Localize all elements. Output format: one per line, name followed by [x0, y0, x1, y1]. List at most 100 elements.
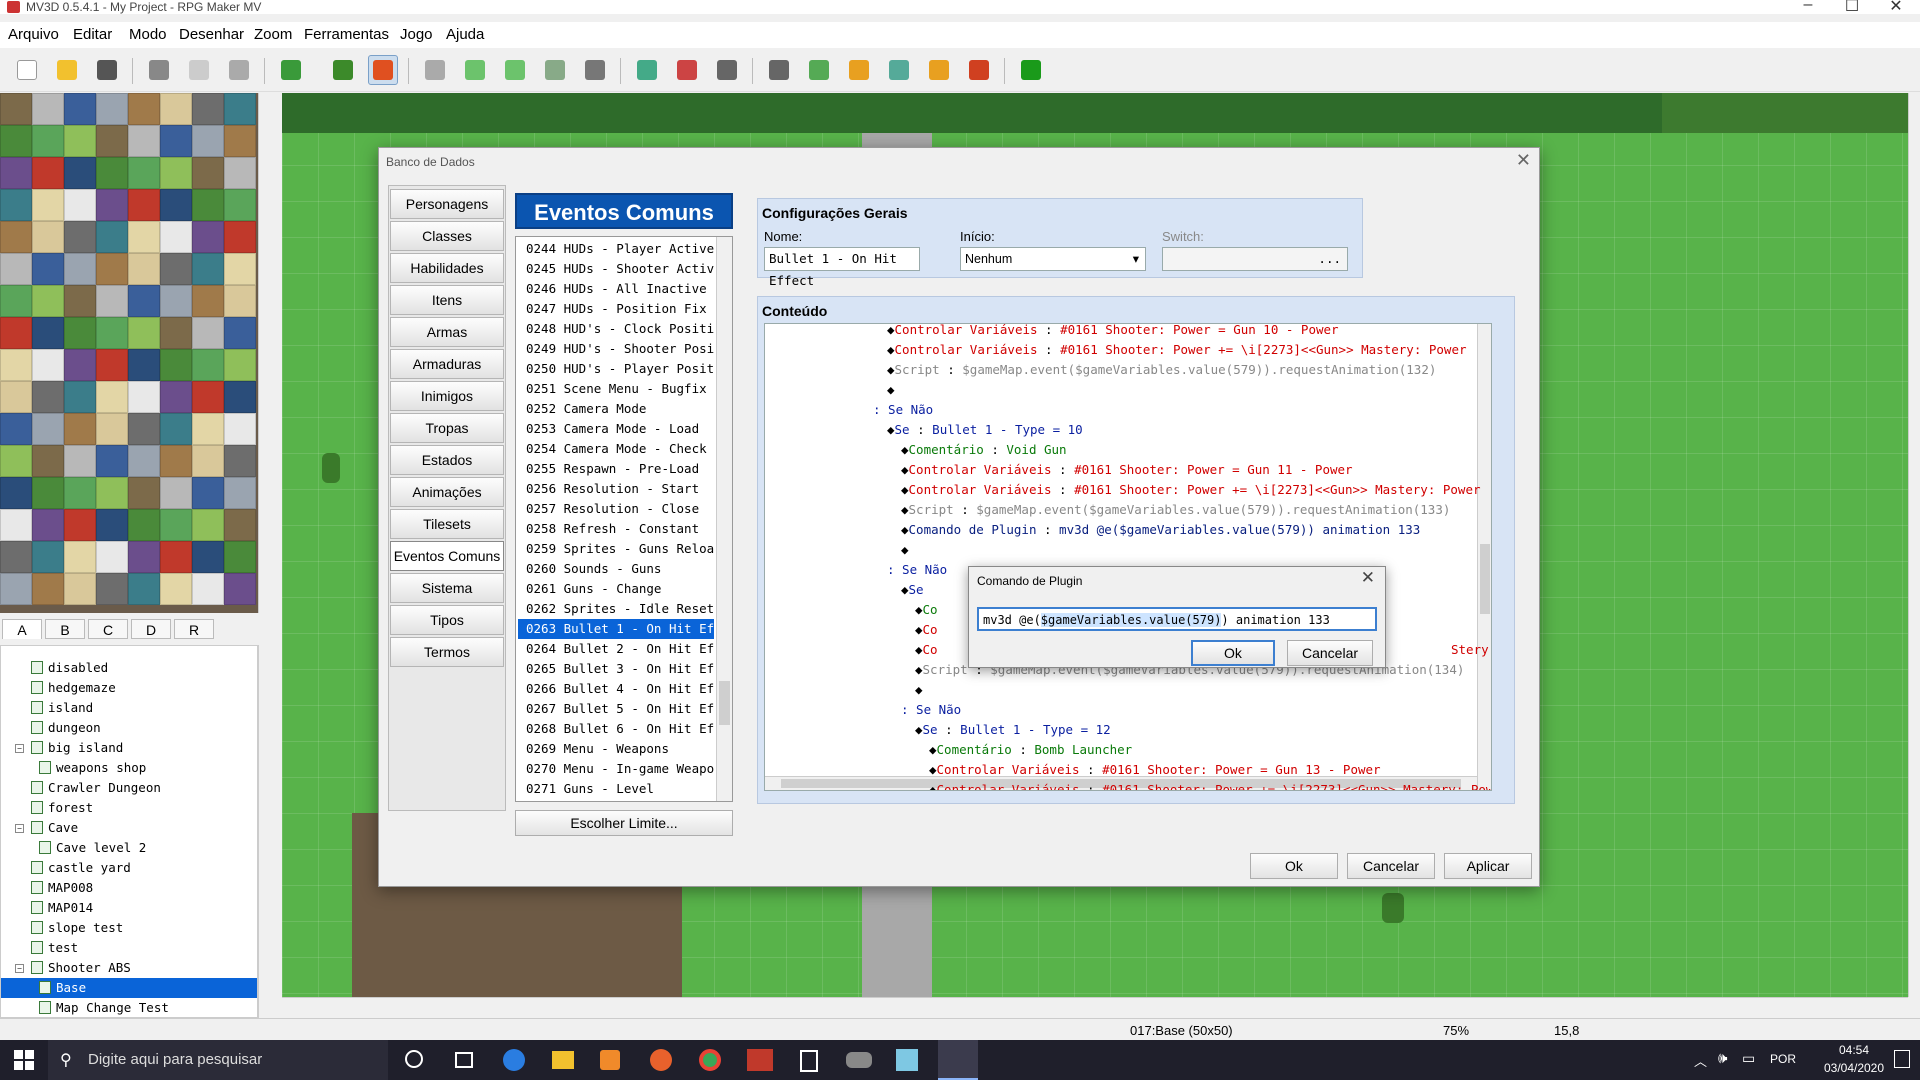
event-command-line[interactable]: ◆Controlar Variáveis : #0161 Shooter: Po…	[901, 480, 1481, 500]
close-icon[interactable]: ✕	[1516, 150, 1531, 171]
tile[interactable]	[64, 253, 96, 285]
plugin-manager-icon[interactable]	[804, 55, 834, 85]
tile[interactable]	[32, 93, 64, 125]
common-event-item[interactable]: 0261 Guns - Change	[518, 579, 714, 599]
nav-1[interactable]: Classes	[390, 221, 504, 251]
tile[interactable]	[128, 285, 160, 317]
tile[interactable]	[64, 157, 96, 189]
tile-tab-c[interactable]: C	[88, 619, 128, 639]
tile[interactable]	[64, 381, 96, 413]
tileset-scrollbar-track[interactable]	[258, 93, 272, 613]
tile[interactable]	[32, 413, 64, 445]
tile[interactable]	[96, 157, 128, 189]
common-event-item[interactable]: 0268 Bullet 6 - On Hit Ef···	[518, 719, 714, 739]
event-command-line[interactable]: ◆Comentário : Void Gun	[901, 440, 1067, 460]
tile[interactable]	[224, 285, 256, 317]
tile[interactable]	[0, 509, 32, 541]
database-icon[interactable]	[764, 55, 794, 85]
tile[interactable]	[160, 381, 192, 413]
tile[interactable]	[0, 189, 32, 221]
map-tree-item[interactable]: Base	[1, 978, 257, 998]
common-event-item[interactable]: 0245 HUDs - Shooter Active	[518, 259, 714, 279]
tile[interactable]	[96, 317, 128, 349]
pencil-icon[interactable]	[420, 55, 450, 85]
tile-tab-b[interactable]: B	[45, 619, 85, 639]
start-icon[interactable]	[14, 1050, 34, 1070]
tile[interactable]	[96, 509, 128, 541]
map-tree-item[interactable]: slope test	[1, 918, 257, 938]
tile[interactable]	[128, 477, 160, 509]
tile[interactable]	[0, 285, 32, 317]
nav-14[interactable]: Termos	[390, 637, 504, 667]
tile[interactable]	[32, 285, 64, 317]
switch-input[interactable]: ...	[1162, 247, 1348, 271]
common-event-item[interactable]: 0270 Menu - In-game Weapo···	[518, 759, 714, 779]
common-event-item[interactable]: 0266 Bullet 4 - On Hit Ef···	[518, 679, 714, 699]
event-command-line[interactable]: ◆Controlar Variáveis : #0161 Shooter: Po…	[929, 760, 1381, 780]
cortana-icon[interactable]	[405, 1050, 423, 1068]
tile[interactable]	[224, 157, 256, 189]
gamepad-icon[interactable]	[846, 1052, 872, 1068]
tile[interactable]	[64, 573, 96, 605]
event-command-line[interactable]: : Se Não	[887, 560, 947, 580]
map-tree-item[interactable]: MAP014	[1, 898, 257, 918]
tile[interactable]	[192, 317, 224, 349]
event-command-line[interactable]: ◆Script : $gameMap.event($gameVariables.…	[901, 500, 1450, 520]
nav-8[interactable]: Estados	[390, 445, 504, 475]
nav-5[interactable]: Armaduras	[390, 349, 504, 379]
map-tree-item[interactable]: dungeon	[1, 718, 257, 738]
plugin-ok-button[interactable]: Ok	[1191, 640, 1275, 666]
tile[interactable]	[160, 413, 192, 445]
tile[interactable]	[0, 445, 32, 477]
tile[interactable]	[0, 349, 32, 381]
tile[interactable]	[64, 477, 96, 509]
tile[interactable]	[96, 477, 128, 509]
tile[interactable]	[128, 413, 160, 445]
tile[interactable]	[32, 221, 64, 253]
tile[interactable]	[160, 541, 192, 573]
volume-icon[interactable]: 🕪	[1718, 1050, 1727, 1067]
zoom-actual-icon[interactable]	[712, 55, 742, 85]
tile[interactable]	[160, 509, 192, 541]
tile[interactable]	[32, 317, 64, 349]
name-input[interactable]: Bullet 1 - On Hit Effect	[764, 247, 920, 288]
nav-11[interactable]: Eventos Comuns	[390, 541, 504, 571]
media-icon[interactable]	[600, 1050, 620, 1070]
common-event-item[interactable]: 0253 Camera Mode - Load	[518, 419, 714, 439]
new-icon[interactable]	[12, 55, 42, 85]
common-event-item[interactable]: 0254 Camera Mode - Check	[518, 439, 714, 459]
map-tree-item[interactable]: test	[1, 938, 257, 958]
collapse-icon[interactable]: −	[15, 824, 24, 833]
tile[interactable]	[96, 285, 128, 317]
event-command-list[interactable]: ◆Controlar Variáveis : #0161 Shooter: Po…	[764, 323, 1492, 791]
nav-4[interactable]: Armas	[390, 317, 504, 347]
minimize-button[interactable]: –	[1786, 0, 1830, 14]
tile[interactable]	[96, 541, 128, 573]
tile[interactable]	[0, 573, 32, 605]
tile[interactable]	[128, 509, 160, 541]
zoom-out-icon[interactable]	[672, 55, 702, 85]
ellipse-icon[interactable]	[500, 55, 530, 85]
explorer-icon[interactable]	[552, 1051, 574, 1069]
event-command-line[interactable]: ◆Co	[915, 620, 938, 640]
event-command-line[interactable]: : Se Não	[873, 400, 933, 420]
map-tree-item[interactable]: − big island	[1, 738, 257, 758]
map-tree-item[interactable]: MAP008	[1, 878, 257, 898]
plugin-command-input[interactable]: mv3d @e($gameVariables.value(579)) anima…	[977, 607, 1377, 631]
tile[interactable]	[0, 413, 32, 445]
map-tree-item[interactable]: weapons shop	[1, 758, 257, 778]
event-command-line[interactable]: ◆Controlar Variáveis : #0161 Shooter: Po…	[929, 780, 1491, 790]
tile[interactable]	[160, 221, 192, 253]
common-event-item[interactable]: 0250 HUD's - Player Posit···	[518, 359, 714, 379]
tile[interactable]	[160, 125, 192, 157]
tile[interactable]	[224, 349, 256, 381]
tile[interactable]	[192, 253, 224, 285]
tile[interactable]	[32, 157, 64, 189]
tile[interactable]	[64, 317, 96, 349]
resource-manager-icon[interactable]	[924, 55, 954, 85]
tile[interactable]	[224, 317, 256, 349]
event-command-line[interactable]: ◆Comentário : Bomb Launcher	[929, 740, 1132, 760]
clock-date[interactable]: 03/04/2020	[1816, 1061, 1892, 1075]
common-event-item[interactable]: 0256 Resolution - Start	[518, 479, 714, 499]
voicemeeter-icon[interactable]	[747, 1049, 773, 1071]
